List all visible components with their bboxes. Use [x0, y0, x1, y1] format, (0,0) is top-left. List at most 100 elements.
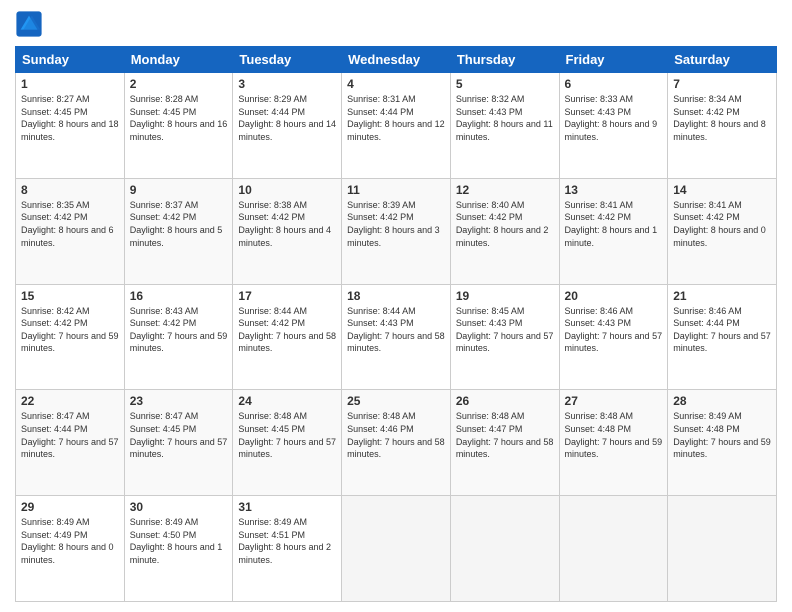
day-number: 11	[347, 183, 445, 197]
day-number: 31	[238, 500, 336, 514]
day-info: Sunrise: 8:49 AM Sunset: 4:51 PM Dayligh…	[238, 516, 336, 566]
day-number: 30	[130, 500, 228, 514]
day-number: 6	[565, 77, 663, 91]
day-number: 26	[456, 394, 554, 408]
day-number: 16	[130, 289, 228, 303]
calendar-day-cell: 15 Sunrise: 8:42 AM Sunset: 4:42 PM Dayl…	[16, 284, 125, 390]
logo-icon	[15, 10, 43, 38]
day-number: 2	[130, 77, 228, 91]
calendar-day-cell: 19 Sunrise: 8:45 AM Sunset: 4:43 PM Dayl…	[450, 284, 559, 390]
day-info: Sunrise: 8:48 AM Sunset: 4:45 PM Dayligh…	[238, 410, 336, 460]
day-number: 5	[456, 77, 554, 91]
calendar-day-cell: 29 Sunrise: 8:49 AM Sunset: 4:49 PM Dayl…	[16, 496, 125, 602]
day-number: 19	[456, 289, 554, 303]
day-number: 22	[21, 394, 119, 408]
day-info: Sunrise: 8:27 AM Sunset: 4:45 PM Dayligh…	[21, 93, 119, 143]
calendar-day-cell: 6 Sunrise: 8:33 AM Sunset: 4:43 PM Dayli…	[559, 73, 668, 179]
calendar-day-cell: 3 Sunrise: 8:29 AM Sunset: 4:44 PM Dayli…	[233, 73, 342, 179]
day-number: 18	[347, 289, 445, 303]
calendar-week-row: 29 Sunrise: 8:49 AM Sunset: 4:49 PM Dayl…	[16, 496, 777, 602]
calendar-day-cell: 21 Sunrise: 8:46 AM Sunset: 4:44 PM Dayl…	[668, 284, 777, 390]
calendar-header-row: SundayMondayTuesdayWednesdayThursdayFrid…	[16, 47, 777, 73]
day-info: Sunrise: 8:46 AM Sunset: 4:43 PM Dayligh…	[565, 305, 663, 355]
day-number: 27	[565, 394, 663, 408]
day-info: Sunrise: 8:45 AM Sunset: 4:43 PM Dayligh…	[456, 305, 554, 355]
day-info: Sunrise: 8:39 AM Sunset: 4:42 PM Dayligh…	[347, 199, 445, 249]
day-number: 25	[347, 394, 445, 408]
day-info: Sunrise: 8:46 AM Sunset: 4:44 PM Dayligh…	[673, 305, 771, 355]
day-info: Sunrise: 8:49 AM Sunset: 4:48 PM Dayligh…	[673, 410, 771, 460]
weekday-header: Monday	[124, 47, 233, 73]
calendar-day-cell: 7 Sunrise: 8:34 AM Sunset: 4:42 PM Dayli…	[668, 73, 777, 179]
day-number: 17	[238, 289, 336, 303]
day-number: 21	[673, 289, 771, 303]
weekday-header: Sunday	[16, 47, 125, 73]
weekday-header: Tuesday	[233, 47, 342, 73]
calendar-day-cell: 12 Sunrise: 8:40 AM Sunset: 4:42 PM Dayl…	[450, 178, 559, 284]
day-number: 14	[673, 183, 771, 197]
day-info: Sunrise: 8:40 AM Sunset: 4:42 PM Dayligh…	[456, 199, 554, 249]
day-info: Sunrise: 8:43 AM Sunset: 4:42 PM Dayligh…	[130, 305, 228, 355]
day-info: Sunrise: 8:49 AM Sunset: 4:50 PM Dayligh…	[130, 516, 228, 566]
day-info: Sunrise: 8:38 AM Sunset: 4:42 PM Dayligh…	[238, 199, 336, 249]
calendar-week-row: 1 Sunrise: 8:27 AM Sunset: 4:45 PM Dayli…	[16, 73, 777, 179]
calendar-week-row: 22 Sunrise: 8:47 AM Sunset: 4:44 PM Dayl…	[16, 390, 777, 496]
calendar-day-cell: 20 Sunrise: 8:46 AM Sunset: 4:43 PM Dayl…	[559, 284, 668, 390]
calendar-day-cell: 30 Sunrise: 8:49 AM Sunset: 4:50 PM Dayl…	[124, 496, 233, 602]
weekday-header: Friday	[559, 47, 668, 73]
logo	[15, 10, 47, 38]
calendar-day-cell: 1 Sunrise: 8:27 AM Sunset: 4:45 PM Dayli…	[16, 73, 125, 179]
day-info: Sunrise: 8:49 AM Sunset: 4:49 PM Dayligh…	[21, 516, 119, 566]
calendar-day-cell: 24 Sunrise: 8:48 AM Sunset: 4:45 PM Dayl…	[233, 390, 342, 496]
day-number: 29	[21, 500, 119, 514]
day-number: 8	[21, 183, 119, 197]
day-info: Sunrise: 8:44 AM Sunset: 4:43 PM Dayligh…	[347, 305, 445, 355]
day-info: Sunrise: 8:41 AM Sunset: 4:42 PM Dayligh…	[673, 199, 771, 249]
day-info: Sunrise: 8:33 AM Sunset: 4:43 PM Dayligh…	[565, 93, 663, 143]
calendar-day-cell	[668, 496, 777, 602]
calendar-day-cell	[342, 496, 451, 602]
day-number: 7	[673, 77, 771, 91]
calendar-day-cell: 11 Sunrise: 8:39 AM Sunset: 4:42 PM Dayl…	[342, 178, 451, 284]
day-info: Sunrise: 8:47 AM Sunset: 4:45 PM Dayligh…	[130, 410, 228, 460]
calendar-day-cell: 4 Sunrise: 8:31 AM Sunset: 4:44 PM Dayli…	[342, 73, 451, 179]
day-number: 1	[21, 77, 119, 91]
weekday-header: Thursday	[450, 47, 559, 73]
day-number: 20	[565, 289, 663, 303]
calendar-day-cell: 25 Sunrise: 8:48 AM Sunset: 4:46 PM Dayl…	[342, 390, 451, 496]
day-info: Sunrise: 8:29 AM Sunset: 4:44 PM Dayligh…	[238, 93, 336, 143]
calendar-week-row: 8 Sunrise: 8:35 AM Sunset: 4:42 PM Dayli…	[16, 178, 777, 284]
day-info: Sunrise: 8:48 AM Sunset: 4:46 PM Dayligh…	[347, 410, 445, 460]
page: SundayMondayTuesdayWednesdayThursdayFrid…	[0, 0, 792, 612]
day-number: 12	[456, 183, 554, 197]
calendar-day-cell: 26 Sunrise: 8:48 AM Sunset: 4:47 PM Dayl…	[450, 390, 559, 496]
weekday-header: Wednesday	[342, 47, 451, 73]
calendar-table: SundayMondayTuesdayWednesdayThursdayFrid…	[15, 46, 777, 602]
day-info: Sunrise: 8:35 AM Sunset: 4:42 PM Dayligh…	[21, 199, 119, 249]
day-info: Sunrise: 8:28 AM Sunset: 4:45 PM Dayligh…	[130, 93, 228, 143]
calendar-day-cell: 2 Sunrise: 8:28 AM Sunset: 4:45 PM Dayli…	[124, 73, 233, 179]
day-info: Sunrise: 8:48 AM Sunset: 4:48 PM Dayligh…	[565, 410, 663, 460]
day-info: Sunrise: 8:37 AM Sunset: 4:42 PM Dayligh…	[130, 199, 228, 249]
calendar-day-cell: 13 Sunrise: 8:41 AM Sunset: 4:42 PM Dayl…	[559, 178, 668, 284]
day-info: Sunrise: 8:32 AM Sunset: 4:43 PM Dayligh…	[456, 93, 554, 143]
calendar-day-cell: 18 Sunrise: 8:44 AM Sunset: 4:43 PM Dayl…	[342, 284, 451, 390]
day-number: 24	[238, 394, 336, 408]
calendar-day-cell: 8 Sunrise: 8:35 AM Sunset: 4:42 PM Dayli…	[16, 178, 125, 284]
header	[15, 10, 777, 38]
calendar-day-cell: 17 Sunrise: 8:44 AM Sunset: 4:42 PM Dayl…	[233, 284, 342, 390]
day-info: Sunrise: 8:34 AM Sunset: 4:42 PM Dayligh…	[673, 93, 771, 143]
calendar-day-cell: 10 Sunrise: 8:38 AM Sunset: 4:42 PM Dayl…	[233, 178, 342, 284]
day-number: 3	[238, 77, 336, 91]
calendar-day-cell: 31 Sunrise: 8:49 AM Sunset: 4:51 PM Dayl…	[233, 496, 342, 602]
calendar-day-cell: 28 Sunrise: 8:49 AM Sunset: 4:48 PM Dayl…	[668, 390, 777, 496]
calendar-day-cell	[450, 496, 559, 602]
day-number: 10	[238, 183, 336, 197]
day-info: Sunrise: 8:42 AM Sunset: 4:42 PM Dayligh…	[21, 305, 119, 355]
day-info: Sunrise: 8:47 AM Sunset: 4:44 PM Dayligh…	[21, 410, 119, 460]
day-info: Sunrise: 8:41 AM Sunset: 4:42 PM Dayligh…	[565, 199, 663, 249]
day-number: 23	[130, 394, 228, 408]
calendar-day-cell: 5 Sunrise: 8:32 AM Sunset: 4:43 PM Dayli…	[450, 73, 559, 179]
day-number: 15	[21, 289, 119, 303]
day-info: Sunrise: 8:44 AM Sunset: 4:42 PM Dayligh…	[238, 305, 336, 355]
